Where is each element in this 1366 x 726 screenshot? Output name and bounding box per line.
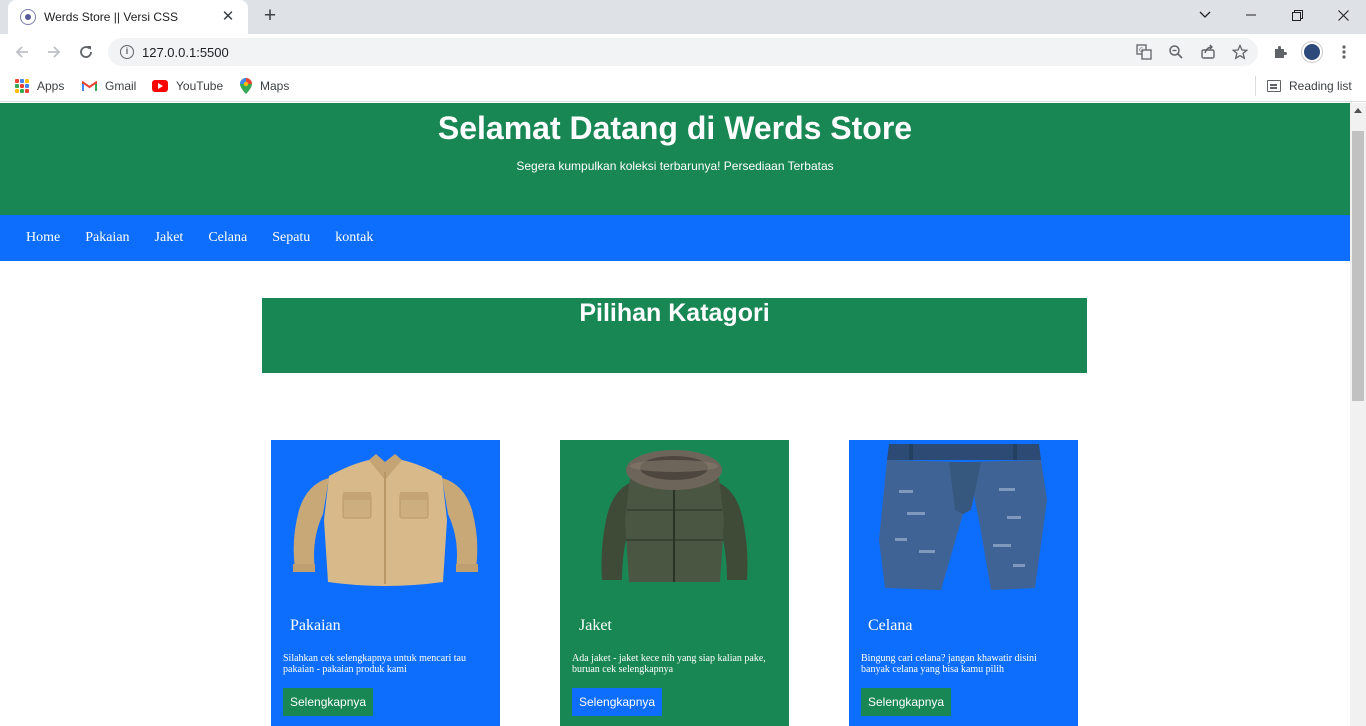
new-tab-button[interactable]: +: [258, 5, 282, 29]
page-scrollbar[interactable]: [1350, 103, 1366, 726]
selengkapnya-button[interactable]: Selengkapnya: [283, 688, 374, 716]
card-description: Bingung cari celana? jangan khawatir dis…: [861, 653, 1037, 675]
reading-list-label: Reading list: [1289, 79, 1352, 93]
browser-tabstrip: Werds Store || Versi CSS ✕ +: [0, 0, 1366, 34]
site-info-icon[interactable]: i: [120, 45, 134, 59]
bookmarks-divider: [1255, 76, 1256, 96]
nav-pakaian[interactable]: Pakaian: [85, 230, 129, 246]
close-tab-icon[interactable]: ✕: [220, 9, 236, 25]
selengkapnya-button[interactable]: Selengkapnya: [861, 688, 952, 716]
translate-icon[interactable]: G: [1134, 42, 1154, 62]
reading-list-button[interactable]: Reading list: [1267, 76, 1352, 96]
extensions-icon[interactable]: [1268, 40, 1292, 64]
menu-icon[interactable]: [1332, 40, 1356, 64]
bookmark-label: Gmail: [105, 79, 137, 93]
product-card-jaket: Jaket Ada jaket - jaket kece nih yang si…: [560, 440, 789, 726]
gmail-icon: [82, 80, 97, 92]
card-description: Silahkan cek selengkapnya untuk mencari …: [283, 653, 466, 675]
browser-tab[interactable]: Werds Store || Versi CSS ✕: [8, 0, 248, 34]
close-window-button[interactable]: [1320, 0, 1366, 30]
jeans-image: [849, 440, 1078, 600]
restore-button[interactable]: [1274, 0, 1320, 30]
selengkapnya-button[interactable]: Selengkapnya: [572, 688, 663, 716]
bookmark-label: YouTube: [176, 79, 224, 93]
tab-title: Werds Store || Versi CSS: [44, 10, 179, 24]
bookmark-apps[interactable]: Apps: [15, 76, 64, 96]
bookmark-star-icon[interactable]: [1230, 42, 1250, 62]
site-nav: Home Pakaian Jaket Celana Sepatu kontak: [0, 215, 1350, 261]
minimize-button[interactable]: [1228, 0, 1274, 30]
category-banner: Pilihan Katagori: [262, 298, 1087, 373]
card-description: Ada jaket - jaket kece nih yang siap kal…: [572, 653, 766, 675]
site-title: Selamat Datang di Werds Store: [437, 110, 913, 146]
browser-toolbar: i 127.0.0.1:5500 G: [0, 34, 1366, 70]
page-viewport: Selamat Datang di Werds Store Segera kum…: [0, 103, 1350, 726]
scroll-up-arrow-icon[interactable]: [1354, 108, 1362, 113]
site-tagline: Segera kumpulkan koleksi terbarunya! Per…: [516, 159, 834, 173]
nav-sepatu[interactable]: Sepatu: [272, 230, 310, 246]
shirt-image: [271, 440, 500, 600]
site-header: Selamat Datang di Werds Store Segera kum…: [0, 103, 1350, 215]
nav-celana[interactable]: Celana: [208, 230, 247, 246]
card-title: Celana: [868, 617, 913, 634]
apps-grid-icon: [15, 79, 29, 93]
jacket-image: [560, 440, 789, 600]
card-title: Pakaian: [290, 617, 341, 634]
scrollbar-thumb[interactable]: [1352, 131, 1364, 401]
bookmark-label: Maps: [260, 79, 290, 93]
bookmark-label: Apps: [37, 79, 65, 93]
nav-home[interactable]: Home: [26, 230, 60, 246]
product-card-pakaian: Pakaian Silahkan cek selengkapnya untuk …: [271, 440, 500, 726]
card-title: Jaket: [579, 617, 612, 634]
reading-list-icon: [1267, 80, 1281, 92]
zoom-icon[interactable]: [1166, 42, 1186, 62]
product-card-celana: Celana Bingung cari celana? jangan khawa…: [849, 440, 1078, 726]
favicon-icon: [20, 9, 36, 25]
reload-button[interactable]: [74, 40, 98, 64]
maps-pin-icon: [240, 78, 252, 94]
tab-search-button[interactable]: [1182, 0, 1228, 30]
url-text: 127.0.0.1:5500: [142, 44, 229, 60]
bookmark-gmail[interactable]: Gmail: [82, 76, 136, 96]
bookmark-maps[interactable]: Maps: [240, 76, 289, 96]
address-bar[interactable]: i 127.0.0.1:5500 G: [108, 38, 1258, 66]
share-icon[interactable]: [1198, 42, 1218, 62]
nav-kontak[interactable]: kontak: [335, 230, 373, 246]
youtube-icon: [152, 80, 168, 92]
nav-jaket[interactable]: Jaket: [155, 230, 184, 246]
bookmark-youtube[interactable]: YouTube: [152, 76, 223, 96]
back-button[interactable]: [10, 40, 34, 64]
bookmarks-bar: Apps Gmail YouTube Maps Reading list: [0, 70, 1366, 102]
forward-button[interactable]: [42, 40, 66, 64]
profile-avatar[interactable]: [1300, 40, 1324, 64]
category-title: Pilihan Katagori: [579, 299, 770, 327]
svg-text:G: G: [1139, 47, 1144, 54]
